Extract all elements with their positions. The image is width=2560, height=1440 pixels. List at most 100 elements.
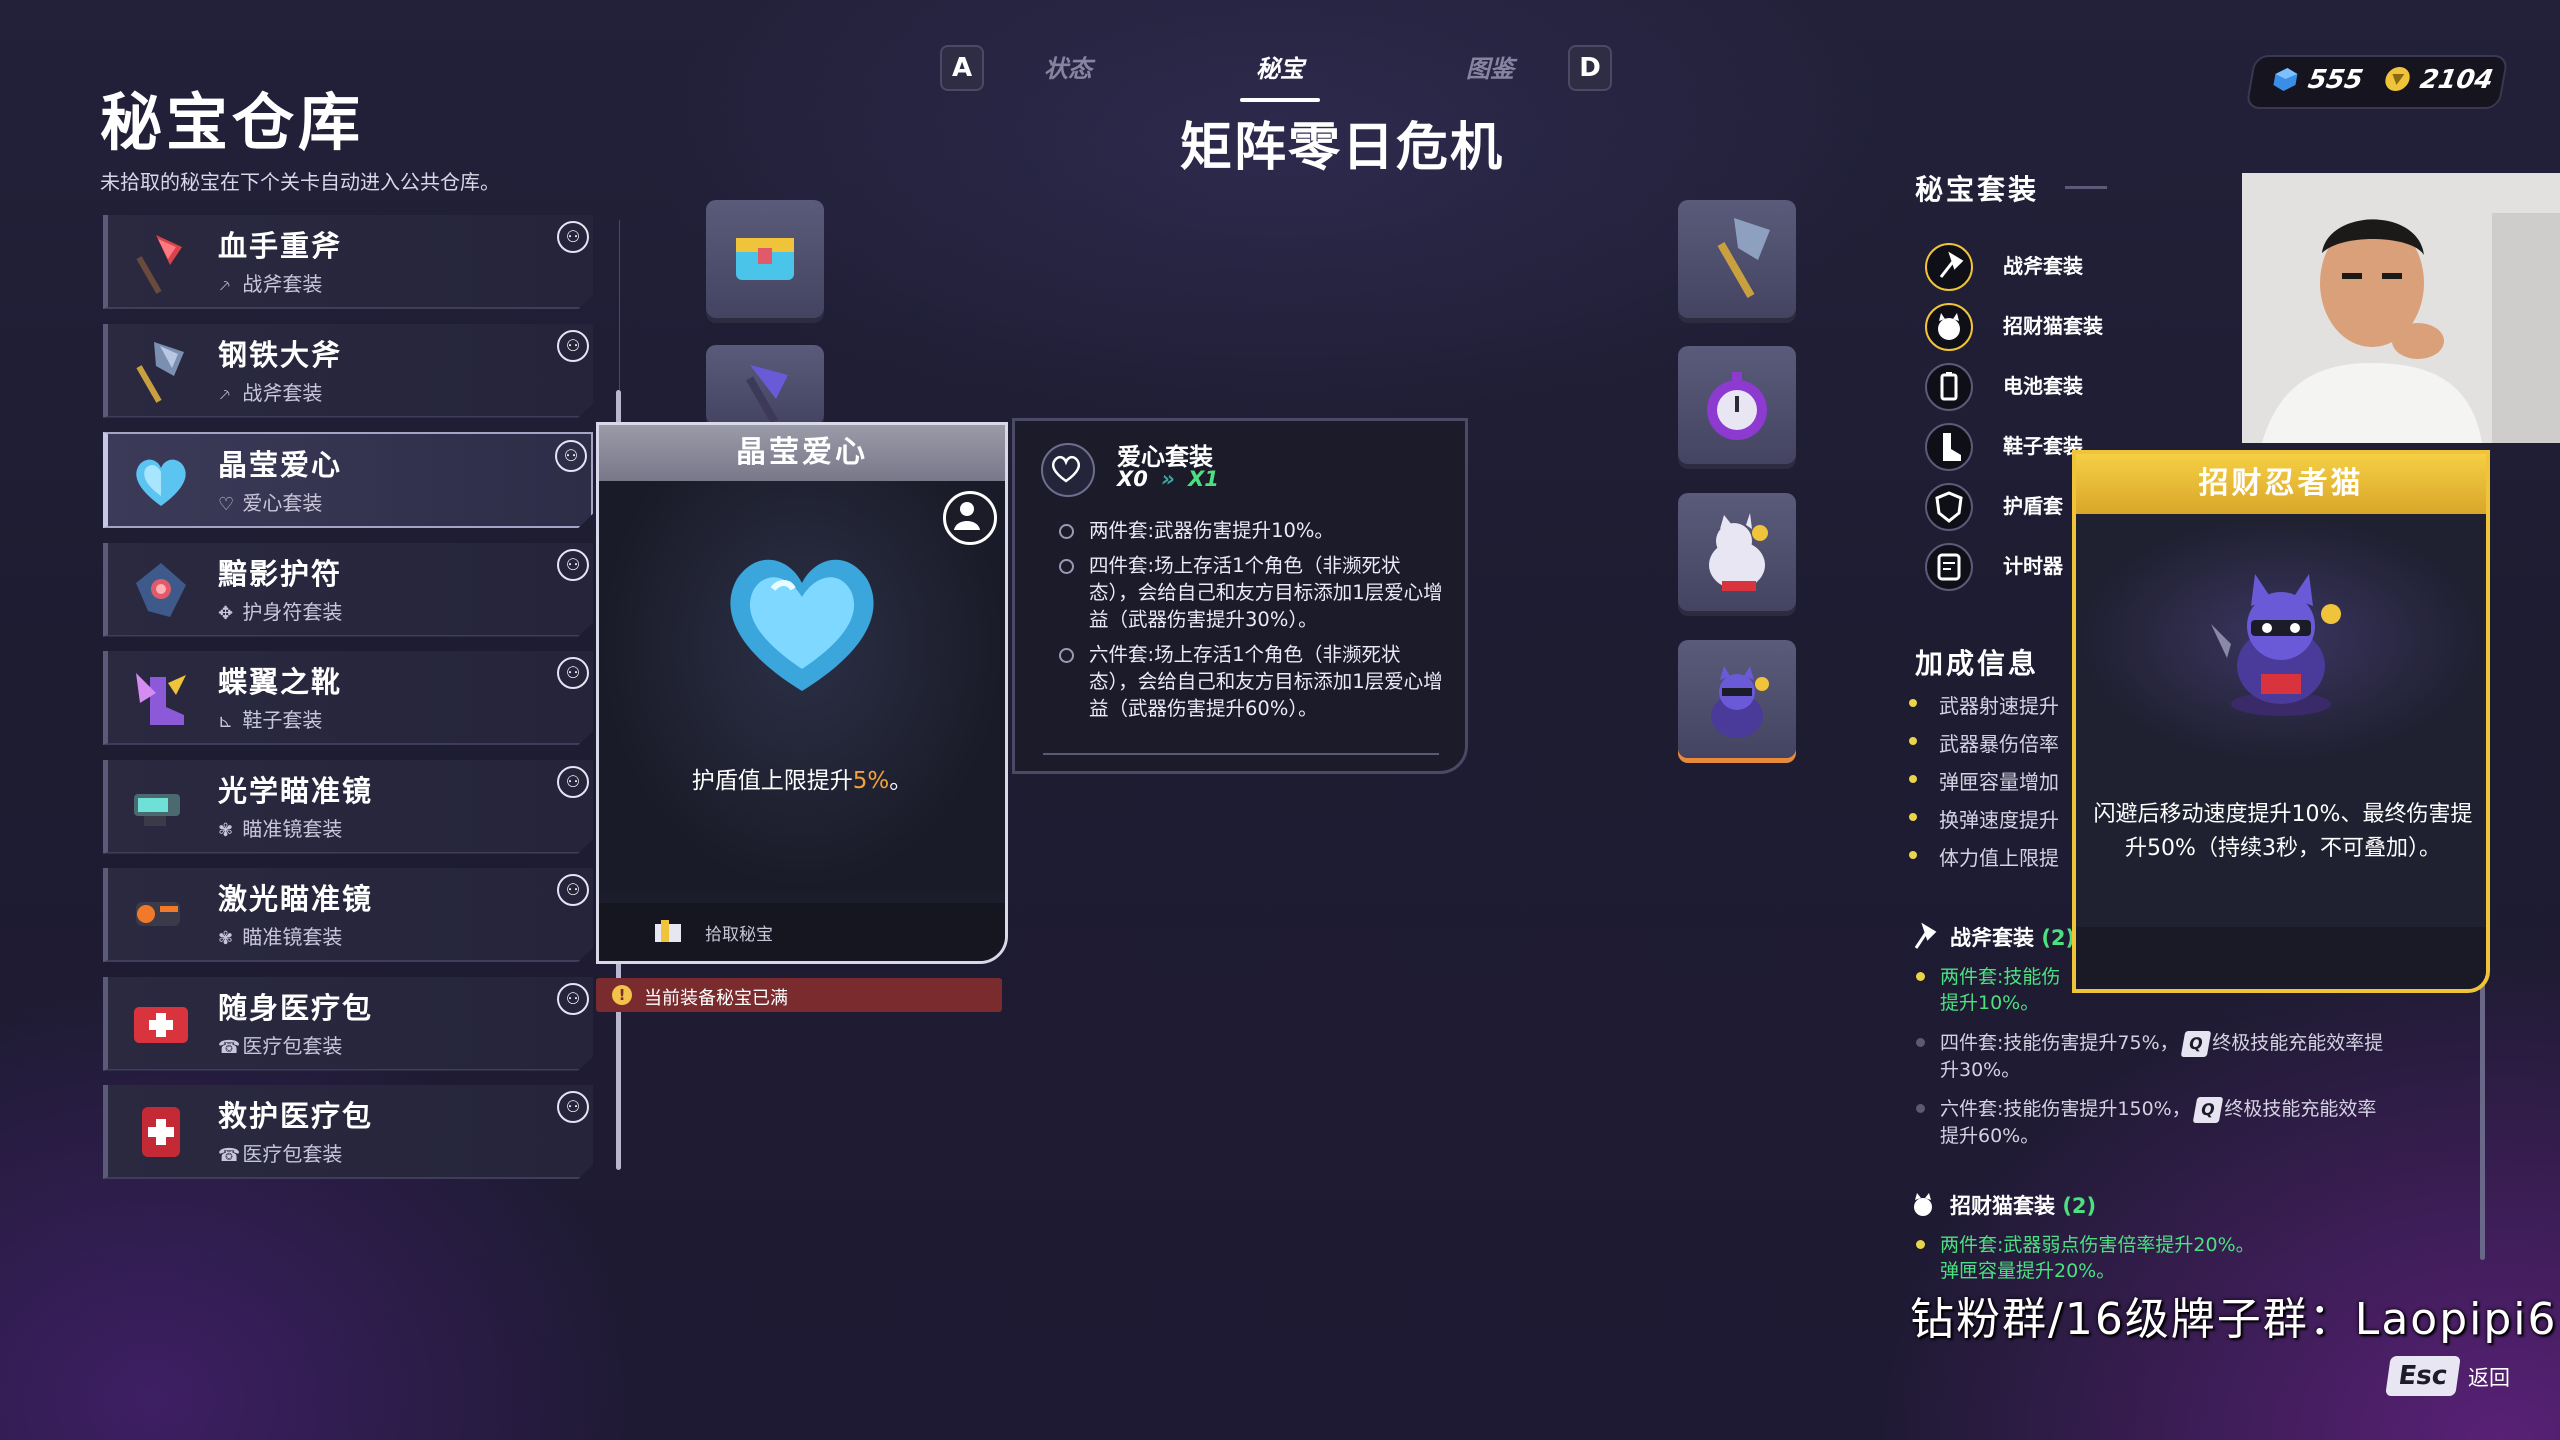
lucky-cat-icon (1709, 513, 1768, 591)
share-icon: ⚇ (557, 221, 589, 253)
ninja-cat-icon (2211, 574, 2341, 716)
suit-row-lucky-cat[interactable]: 招财猫套装 (1925, 300, 2255, 351)
hammer-icon (746, 365, 788, 424)
list-item[interactable]: 黯影护符 ✥ 护身符套装 ⚇ (103, 542, 593, 637)
ninja-cat-card: 招财忍者猫 闪避后移动速度提升10%、最终伤害提升50%（持续3秒，不可叠加）。 (2072, 450, 2490, 993)
item-name: 血手重斧 (218, 229, 343, 263)
list-item[interactable]: 救护医疗包 ☎ 医疗包套装 ⚇ (103, 1085, 593, 1179)
item-set: ⊾ 鞋子套装 (218, 708, 323, 732)
item-name: 随身医疗包 (218, 990, 374, 1025)
list-item[interactable]: 光学瞄准镜 ✾ 瞄准镜套装 ⚇ (103, 759, 593, 854)
treasure-detail-card: 晶莹爱心 护盾值上限提升5%。 拾取秘宝 (596, 422, 1008, 964)
steel-axe-icon (1717, 218, 1770, 298)
list-item[interactable]: 钢铁大斧 ⸕ 战斧套装 ⚇ (103, 323, 593, 418)
set-effects: 两件套:武器伤害提升10%。 四件套:场上存活1个角色（非濒死状态），会给自己和… (1059, 517, 1449, 730)
tab-status[interactable]: 状态 (1044, 49, 1092, 84)
lucky-cat-icon (1925, 303, 1973, 351)
divider (1043, 753, 1439, 755)
equipped-slot[interactable] (1678, 346, 1796, 464)
equipped-slot[interactable] (706, 200, 824, 318)
esc-key[interactable]: Esc (2385, 1356, 2461, 1396)
ninja-cat-icon (1711, 666, 1769, 738)
page-subtitle: 未拾取的秘宝在下个关卡自动进入公共仓库。 (100, 170, 500, 194)
slots-full-warning: ! 当前装备秘宝已满 (596, 978, 1002, 1012)
list-item[interactable]: 激光瞄准镜 ✾ 瞄准镜套装 ⚇ (103, 868, 593, 962)
item-set: ⸕ 战斧套装 (218, 272, 323, 296)
share-icon: ⚇ (557, 765, 589, 798)
cat-card-image (2076, 514, 2486, 764)
list-item[interactable]: 晶莹爱心 ♡ 爱心套装 ⚇ (103, 432, 593, 528)
coin-currency: 2104 (2382, 65, 2495, 95)
heart-icon: ♡ (218, 494, 235, 515)
boot-icon (1925, 423, 1973, 471)
share-icon: ⚇ (557, 657, 589, 689)
suit-row-axe[interactable]: 战斧套装 (1925, 240, 2255, 291)
item-set: ☎ 医疗包套装 (218, 1033, 343, 1058)
tab-treasure[interactable]: 秘宝 (1256, 49, 1304, 84)
portable-medkit-icon (134, 1006, 188, 1043)
list-scroll-guide (619, 220, 620, 390)
item-name: 钢铁大斧 (218, 337, 343, 372)
optical-scope-icon (134, 793, 180, 826)
pickup-label: 拾取秘宝 (705, 925, 773, 945)
bonus-item: 武器射速提升 (1909, 690, 2059, 719)
heart-set-icon (1041, 443, 1095, 497)
stopwatch-icon (1707, 372, 1767, 440)
laser-scope-icon (136, 902, 180, 926)
suit-row-battery[interactable]: 电池套装 (1925, 360, 2255, 411)
item-set: ✾ 瞄准镜套装 (218, 925, 343, 949)
list-item[interactable]: 随身医疗包 ☎ 医疗包套装 ⚇ (103, 976, 593, 1071)
currency-bar: 555 2104 (2245, 55, 2509, 109)
next-tab-key[interactable]: D (1568, 45, 1612, 91)
crystal-heart-icon (136, 459, 186, 506)
share-icon: ⚇ (557, 874, 589, 906)
set-effect-line: 四件套:场上存活1个角色（非濒死状态），会给自己和友方目标添加1层爱心增益（武器… (1059, 552, 1449, 633)
equipped-slot[interactable] (1678, 640, 1796, 758)
lucky-cat-effect-2: 两件套:武器弱点伤害倍率提升20%。 弹匣容量提升20%。 (1916, 1232, 2255, 1284)
share-icon: ⚇ (557, 1091, 589, 1123)
lucky-cat-icon (1914, 1193, 1932, 1216)
back-label[interactable]: 返回 (2468, 1362, 2510, 1392)
share-icon: ⚇ (557, 548, 589, 581)
cube-currency: 555 (2270, 65, 2365, 95)
divider (2065, 186, 2107, 189)
coin-icon (2385, 67, 2410, 91)
item-set: ♡ 爱心套装 (218, 491, 323, 515)
q-key: Q (2180, 1031, 2211, 1057)
item-name: 救护医疗包 (218, 1099, 374, 1133)
detail-body (599, 481, 1005, 891)
axe-icon (1925, 243, 1973, 291)
detail-footer[interactable]: 拾取秘宝 (599, 903, 1005, 961)
shield-icon (1925, 483, 1973, 531)
group-axe-title: 战斧套装 (2) (1950, 926, 2076, 950)
bonus-item: 体力值上限提 (1909, 842, 2059, 871)
stream-overlay-text: 钻粉群/16级牌子群：Laopipi6 (1910, 1294, 2558, 1345)
set-effect-line: 六件套:场上存活1个角色（非濒死状态），会给自己和友方目标添加1层爱心增益（武器… (1059, 641, 1449, 722)
suits-title: 秘宝套装 (1915, 173, 2040, 206)
axe-effect-4: 四件套:技能伤害提升75%， Q 终极技能充能效率提 升30%。 (1916, 1030, 2383, 1083)
set-bonus-tooltip: 爱心套装 X0 » X1 两件套:武器伤害提升10%。 四件套:场上存活1个角色… (1012, 418, 1468, 774)
detail-title: 晶莹爱心 (599, 425, 1005, 481)
detail-description: 护盾值上限提升5%。 (691, 768, 913, 794)
boot-icon: ⊾ (218, 711, 234, 732)
set-effect-line: 两件套:武器伤害提升10%。 (1059, 517, 1449, 544)
scope-icon: ✾ (218, 819, 234, 841)
item-set: ✾ 瞄准镜套装 (218, 816, 343, 841)
equipped-slot[interactable] (1678, 200, 1796, 318)
item-name: 激光瞄准镜 (218, 882, 374, 916)
bonus-item: 弹匣容量增加 (1909, 766, 2059, 795)
tab-codex[interactable]: 图鉴 (1466, 49, 1514, 84)
top-nav: A 状态 秘宝 图鉴 D (940, 45, 1620, 91)
list-item[interactable]: 血手重斧 ⸕ 战斧套装 ⚇ (103, 215, 593, 309)
cat-card-footer (2076, 927, 2486, 989)
list-item[interactable]: 蝶翼之靴 ⊾ 鞋子套装 ⚇ (103, 651, 593, 745)
prev-tab-key[interactable]: A (940, 45, 984, 91)
scope-icon: ✾ (218, 928, 234, 949)
level-title: 矩阵零日危机 (1180, 118, 1505, 178)
equipped-slot[interactable] (1678, 493, 1796, 611)
equipped-slot[interactable] (706, 345, 824, 425)
axe-effect-2: 两件套:技能伤 提升10%。 (1916, 964, 2060, 1016)
character-icon[interactable] (943, 491, 997, 545)
item-name: 蝶翼之靴 (218, 665, 343, 699)
arrow-icon: » (1161, 467, 1175, 491)
